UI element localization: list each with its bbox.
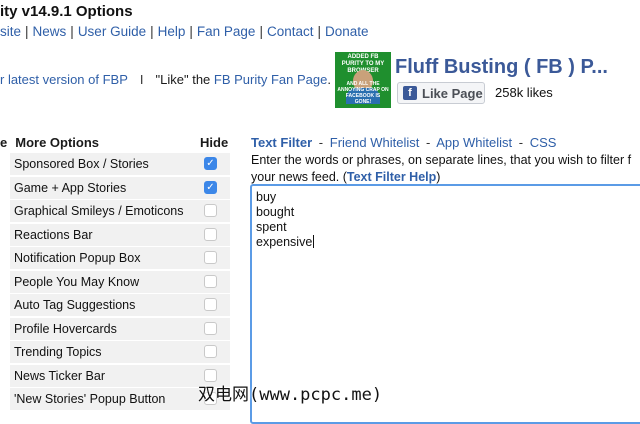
nav-separator: | (25, 24, 29, 39)
nav-link-fan-page[interactable]: Fan Page (197, 24, 256, 39)
option-row: Notification Popup Box (10, 247, 230, 269)
option-row: Trending Topics (10, 341, 230, 363)
fan-page-image[interactable]: ADDED FB PURITY TO MY BROWSER AND ALL TH… (335, 52, 391, 108)
nav-separator: | (317, 24, 321, 39)
filter-line: buy (256, 190, 277, 204)
nav-link-donate[interactable]: Donate (325, 24, 369, 39)
hide-checkbox[interactable]: ✓ (204, 180, 217, 194)
option-label: Reactions Bar (14, 227, 93, 242)
option-label: Notification Popup Box (14, 251, 141, 265)
nav-link-user-guide[interactable]: User Guide (78, 24, 146, 39)
nav-link-contact[interactable]: Contact (267, 24, 314, 39)
filter-line: bought (256, 205, 295, 219)
text-filter-help-link[interactable]: Text Filter Help (347, 170, 436, 184)
instructions-close: ) (436, 170, 441, 184)
nav-separator: | (150, 24, 154, 39)
filter-tabs: Text Filter - Friend Whitelist - App Whi… (251, 135, 556, 150)
facebook-logo-icon: f (403, 86, 417, 100)
filter-line-text: expensive (256, 235, 313, 249)
tab-css[interactable]: CSS (530, 135, 557, 150)
nav-link-site[interactable]: site (0, 24, 21, 39)
top-nav: site | News | User Guide | Help | Fan Page | Conta… (0, 24, 369, 39)
tab-separator: - (318, 135, 324, 150)
option-row: People You May Know (10, 270, 230, 293)
tab-friend-whitelist[interactable]: Friend Whitelist (330, 135, 420, 150)
like-prefix-text: "Like" the (155, 72, 214, 87)
facebook-page-plugin: ADDED FB PURITY TO MY BROWSER AND ALL TH… (326, 46, 626, 116)
option-label: Trending Topics (14, 345, 102, 359)
option-label: Graphical Smileys / Emoticons (14, 204, 184, 218)
latest-version-link[interactable]: r latest version of FBP (0, 72, 128, 87)
tab-separator: - (425, 135, 431, 150)
hide-column-heading: Hide (200, 135, 229, 150)
option-row: Game + App Stories ✓ (10, 176, 230, 199)
nav-link-help[interactable]: Help (158, 24, 186, 39)
like-count: 258k likes (495, 85, 553, 100)
promo-separator: I (139, 72, 144, 87)
option-label: Sponsored Box / Stories (14, 157, 149, 171)
hide-checkbox[interactable] (204, 251, 217, 264)
option-row: Graphical Smileys / Emoticons (10, 200, 230, 222)
hide-checkbox[interactable] (204, 345, 217, 358)
option-label: News Ticker Bar (14, 368, 105, 383)
tab-app-whitelist[interactable]: App Whitelist (436, 135, 512, 150)
instructions-line-2: your news feed. ( (251, 170, 347, 184)
options-heading-label: More Options (15, 135, 100, 150)
option-label: People You May Know (14, 274, 140, 289)
fan-page-link[interactable]: FB Purity Fan Page (214, 72, 327, 87)
like-page-label: Like Page (422, 86, 483, 101)
instructions-line-1: Enter the words or phrases, on separate … (251, 153, 632, 167)
promo-line: r latest version of FBP I "Like" the FB Pu… (0, 72, 331, 87)
hide-checkbox[interactable] (204, 227, 217, 241)
like-page-button[interactable]: f Like Page (397, 82, 485, 104)
tab-text-filter[interactable]: Text Filter (251, 135, 312, 150)
option-label: 'New Stories' Popup Button (14, 392, 166, 406)
hide-checkbox[interactable] (204, 298, 217, 311)
nav-separator: | (189, 24, 193, 39)
filter-line-last: expensive (256, 235, 315, 249)
option-row: Reactions Bar (10, 223, 230, 246)
option-row: News Ticker Bar (10, 364, 230, 387)
option-row: Sponsored Box / Stories ✓ (10, 153, 230, 175)
filter-instructions: Enter the words or phrases, on separate … (251, 152, 640, 186)
option-row: Profile Hovercards (10, 317, 230, 340)
option-row: 'New Stories' Popup Button (10, 388, 230, 410)
filter-line: spent (256, 220, 287, 234)
hide-checkbox[interactable] (204, 204, 217, 217)
text-cursor (313, 235, 315, 248)
option-label: Profile Hovercards (14, 321, 117, 336)
hide-checkbox[interactable] (204, 274, 217, 288)
option-label: Game + App Stories (14, 180, 127, 195)
fan-page-name-link[interactable]: Fluff Busting ( FB ) P... (395, 56, 608, 79)
options-title: ity v14.9.1 Options (0, 3, 133, 20)
nav-separator: | (259, 24, 263, 39)
hide-checkbox[interactable]: ✓ (204, 157, 217, 170)
more-options-heading: e More Options (0, 135, 99, 150)
watermark-text: 双电网(www.pcpc.me) (198, 385, 383, 405)
tab-separator: - (518, 135, 524, 150)
option-label: Auto Tag Suggestions (14, 298, 136, 312)
nav-link-news[interactable]: News (33, 24, 67, 39)
hide-checkbox[interactable] (204, 321, 217, 335)
image-caption-bottom: AND ALL THE ANNOYING CRAP ON FACEBOOK IS… (337, 81, 389, 105)
option-row: Auto Tag Suggestions (10, 294, 230, 316)
nav-separator: | (70, 24, 74, 39)
